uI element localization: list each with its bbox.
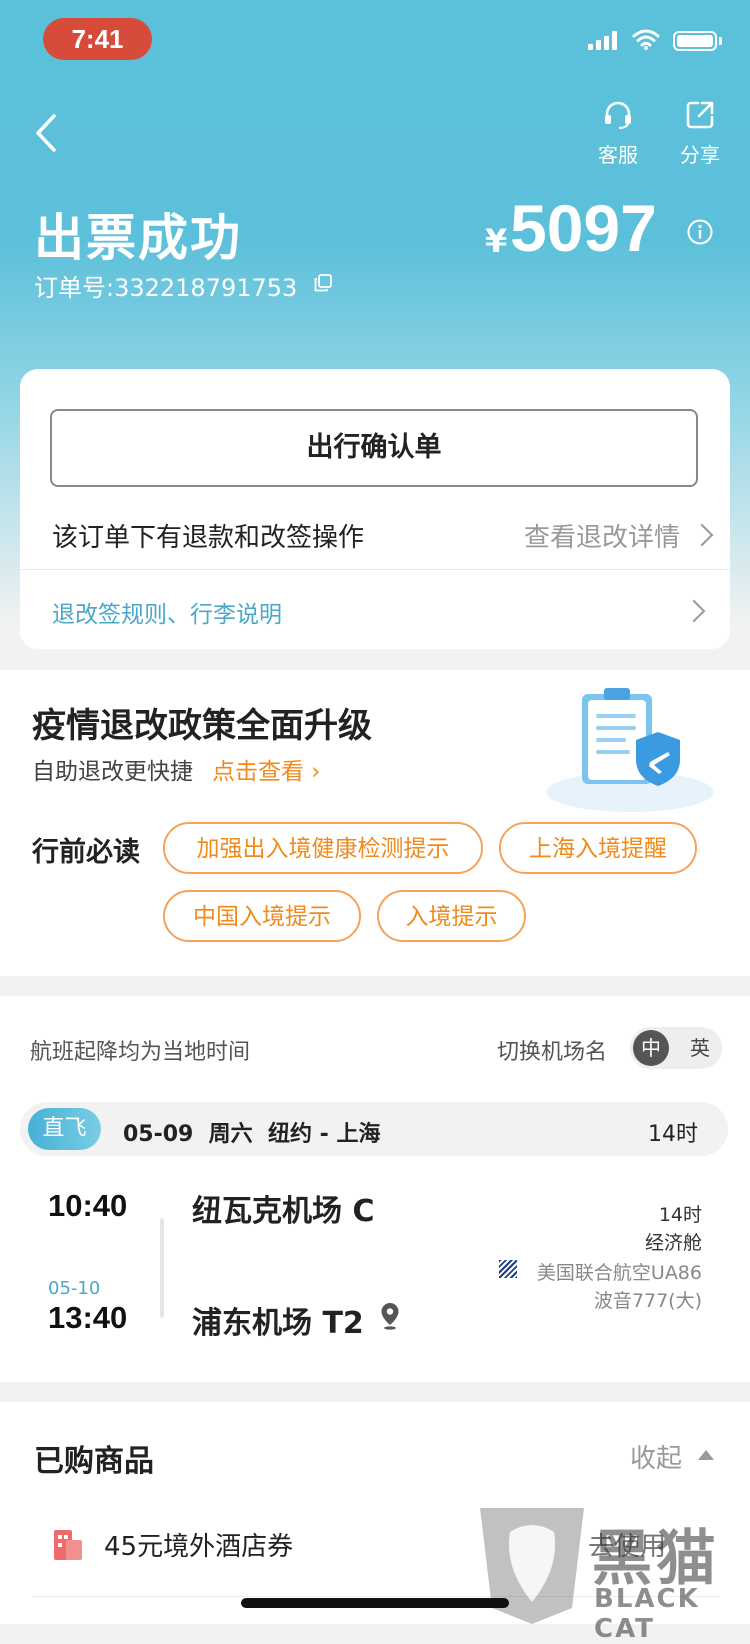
triangle-up-icon[interactable] — [698, 1450, 714, 1460]
watermark-text-en: BLACK CAT — [594, 1584, 700, 1644]
page-title: 出票成功 — [34, 209, 242, 267]
home-indicator[interactable] — [241, 1598, 509, 1608]
must-read-label: 行前必读 — [32, 837, 140, 868]
customer-service-button[interactable]: 客服 — [586, 100, 650, 168]
list-item-name: 45元境外酒店券 — [104, 1532, 294, 1562]
flight-section: 航班起降均为当地时间 切换机场名 中 英 直飞 05-09 周六 纽约 - 上海… — [0, 996, 750, 1382]
customer-service-label: 客服 — [598, 143, 638, 167]
share-icon — [686, 101, 714, 129]
status-time: 7:41 — [43, 18, 152, 60]
cabin-class: 经济舱 — [644, 1232, 702, 1254]
chevron-right-icon — [682, 599, 706, 623]
refund-details-row[interactable]: 该订单下有退款和改签操作 查看退改详情 — [50, 509, 720, 559]
hotel-building-icon — [54, 1530, 82, 1560]
price-currency: ¥ — [485, 222, 508, 260]
route-duration: 14时 — [648, 1122, 698, 1147]
departure-time: 10:40 — [48, 1188, 128, 1223]
policy-title: 疫情退改政策全面升级 — [32, 706, 372, 746]
policy-view-label: 点击查看 — [212, 759, 304, 785]
tag-entry-tips[interactable]: 入境提示 — [377, 890, 526, 942]
policy-subtitle: 自助退改更快捷 — [32, 759, 193, 785]
policy-section: 疫情退改政策全面升级 自助退改更快捷 点击查看 › 行前必读 加强出入境健康检测… — [0, 670, 750, 976]
total-price: 5097 — [510, 191, 657, 265]
collapse-button[interactable]: 收起 — [630, 1438, 682, 1475]
chevron-right-icon — [690, 523, 714, 547]
battery-tip — [719, 37, 722, 45]
purchased-title: 已购商品 — [34, 1444, 154, 1479]
divider — [20, 569, 730, 570]
share-label: 分享 — [680, 143, 720, 167]
lang-zh-option[interactable]: 中 — [633, 1030, 669, 1066]
route-summary: 05-09 周六 纽约 - 上海 — [123, 1122, 381, 1147]
signal-icon — [588, 30, 618, 50]
back-button[interactable] — [28, 108, 68, 158]
airline-logo-icon — [499, 1260, 517, 1278]
aircraft-type: 波音777(大) — [593, 1290, 702, 1312]
order-card: 出行确认单 该订单下有退款和改签操作 查看退改详情 退改签规则、行李说明 — [20, 369, 730, 649]
departure-airport: 纽瓦克机场 C — [192, 1194, 375, 1229]
language-toggle[interactable]: 中 英 — [630, 1027, 722, 1069]
local-time-note: 航班起降均为当地时间 — [30, 1040, 251, 1065]
route-bar: 直飞 05-09 周六 纽约 - 上海 14时 — [20, 1102, 728, 1156]
refund-note: 该订单下有退款和改签操作 — [52, 523, 365, 553]
arrival-date: 05-10 — [48, 1278, 101, 1299]
lang-en-option[interactable]: 英 — [682, 1030, 718, 1066]
rules-baggage-link[interactable]: 退改签规则、行李说明 — [52, 595, 282, 629]
share-button[interactable]: 分享 — [668, 100, 732, 168]
arrival-time: 13:40 — [48, 1300, 128, 1335]
copy-icon[interactable] — [314, 274, 332, 292]
airline-flight-number: 美国联合航空UA86 — [536, 1262, 702, 1284]
policy-view-link[interactable]: 点击查看 › — [212, 752, 321, 786]
location-pin-icon[interactable] — [380, 1302, 400, 1330]
policy-document-shield-icon — [546, 688, 714, 812]
headset-icon — [605, 101, 631, 129]
refund-details-link[interactable]: 查看退改详情 — [524, 517, 680, 554]
switch-airport-name-label: 切换机场名 — [497, 1040, 608, 1065]
arrival-airport: 浦东机场 T2 — [192, 1306, 364, 1341]
travel-confirmation-button[interactable]: 出行确认单 — [50, 409, 698, 487]
flight-timeline — [160, 1218, 164, 1318]
info-icon[interactable] — [687, 219, 713, 245]
wifi-icon — [632, 29, 660, 50]
direct-flight-badge: 直飞 — [28, 1108, 101, 1150]
tag-china-entry[interactable]: 中国入境提示 — [163, 890, 361, 942]
flight-duration: 14时 — [658, 1204, 702, 1226]
tag-shanghai-entry[interactable]: 上海入境提醒 — [499, 822, 697, 874]
battery-icon — [673, 31, 717, 51]
order-number: 订单号:332218791753 — [34, 274, 298, 302]
tag-health-check[interactable]: 加强出入境健康检测提示 — [163, 822, 483, 874]
